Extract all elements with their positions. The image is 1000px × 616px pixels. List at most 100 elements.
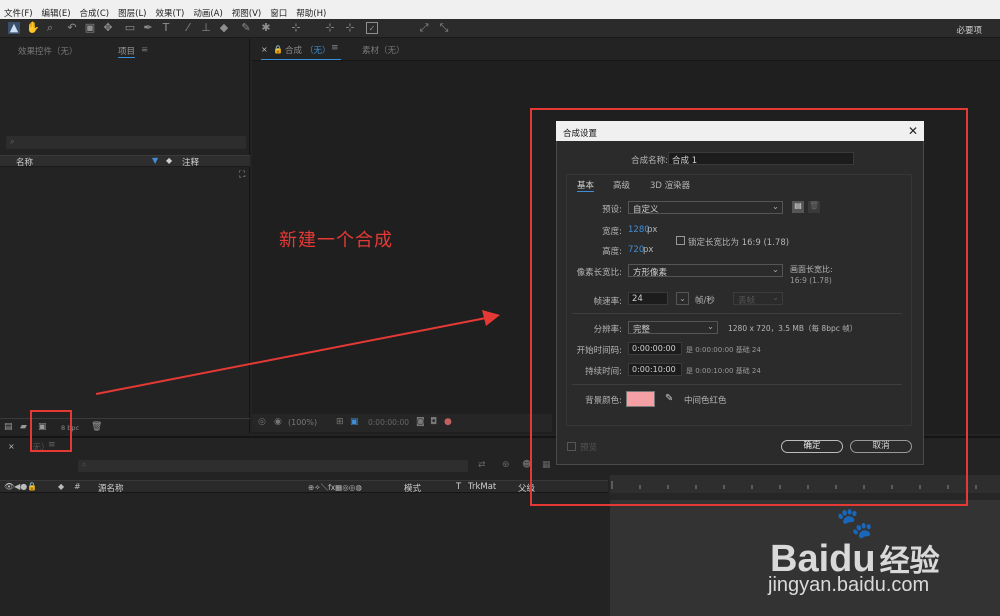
preset-select[interactable]: 自定义 ⌄ <box>628 201 783 215</box>
snap-option-icon[interactable]: ⤢ <box>418 22 430 34</box>
par-select[interactable]: 方形像素 ⌄ <box>628 264 783 278</box>
always-preview-icon[interactable]: ◎ <box>258 417 266 427</box>
new-folder-icon[interactable]: ▰ <box>20 422 27 432</box>
hand-tool-icon[interactable]: ✋ <box>26 22 40 34</box>
column-comment[interactable]: 注释 <box>182 156 199 168</box>
duration-info: 是 0:00:10:00 基础 24 <box>686 367 761 375</box>
menu-view[interactable]: 视图(V) <box>232 7 261 19</box>
camera-tool-icon[interactable]: ▣ <box>84 22 96 34</box>
tab-menu-icon[interactable]: ≡ <box>331 43 339 53</box>
close-tab-icon[interactable]: × <box>261 45 268 54</box>
tab-basic[interactable]: 基本 <box>577 179 595 192</box>
save-preset-icon[interactable]: ▤ <box>792 201 804 213</box>
delete-preset-icon[interactable]: 🗑 <box>808 201 820 213</box>
label-tag-icon[interactable]: ◆ <box>166 156 172 165</box>
active-tab-underline <box>261 59 341 60</box>
flowchart-icon[interactable]: ⛶ <box>239 170 245 180</box>
draft-3d-icon[interactable]: ⊛ <box>502 460 510 470</box>
menu-edit[interactable]: 编辑(E) <box>42 7 71 19</box>
column-mode[interactable]: 模式 <box>404 482 421 494</box>
menu-help[interactable]: 帮助(H) <box>296 7 326 19</box>
start-timecode-label: 开始时间码: <box>576 346 622 356</box>
snap-checkbox-icon[interactable]: ✓ <box>366 22 378 34</box>
layer-switches-icon[interactable]: ⊕✧＼fx▦◎◎◍ <box>308 482 362 493</box>
trash-icon[interactable]: 🗑 <box>91 422 102 432</box>
fps-dropdown-icon[interactable]: ⌄ <box>676 292 689 305</box>
pen-tool-icon[interactable]: ✒ <box>142 22 154 34</box>
tab-project[interactable]: 项目 <box>118 45 136 58</box>
axis-local-icon[interactable]: ⊹ <box>290 22 302 34</box>
column-t[interactable]: T <box>456 482 461 492</box>
column-number[interactable]: # <box>74 482 81 491</box>
project-search-input[interactable]: ⌕ <box>6 136 246 149</box>
viewer-timecode[interactable]: 0:00:00:00 <box>368 418 409 427</box>
region-icon[interactable]: ▣ <box>350 417 359 427</box>
eraser-tool-icon[interactable]: ◆ <box>218 22 230 34</box>
ok-button[interactable]: 确定 <box>781 440 843 453</box>
label-tag-icon[interactable]: ◆ <box>58 482 64 491</box>
tab-menu-icon[interactable]: ≡ <box>141 45 148 55</box>
lock-icon[interactable]: 🔒 <box>273 45 283 54</box>
fps-input[interactable]: 24 <box>628 292 668 305</box>
start-timecode-input[interactable]: 0:00:00:00 <box>628 342 682 355</box>
brush-tool-icon[interactable]: ⁄ <box>182 22 194 34</box>
tab-composition-state[interactable]: （无） <box>305 44 331 56</box>
sort-arrow-icon[interactable]: ▼ <box>152 156 158 165</box>
comp-name-input[interactable]: 合成 1 <box>668 152 854 165</box>
cancel-button[interactable]: 取消 <box>850 440 912 453</box>
grid-icon[interactable]: ⊞ <box>336 417 344 427</box>
axis-view-icon[interactable]: ⊹ <box>344 22 356 34</box>
channel-icon[interactable]: ● <box>444 417 452 427</box>
resolution-select[interactable]: 完整 ⌄ <box>628 321 718 335</box>
tab-effect-controls[interactable]: 效果控件（无） <box>18 45 78 57</box>
duration-label: 持续时间: <box>585 367 622 377</box>
column-name[interactable]: 名称 <box>16 156 33 168</box>
snapshot-icon[interactable]: ◙ <box>416 417 425 427</box>
show-snapshot-icon[interactable]: ◘ <box>430 417 437 427</box>
tab-footage[interactable]: 素材（无） <box>362 44 405 56</box>
duration-input[interactable]: 0:00:10:00 <box>628 363 682 376</box>
zoom-tool-icon[interactable]: ⌕ <box>44 22 56 34</box>
mask-icon[interactable]: ◉ <box>274 417 282 427</box>
dialog-title: 合成设置 <box>556 121 924 141</box>
axis-world-icon[interactable]: ⊹ <box>324 22 336 34</box>
interpret-footage-icon[interactable]: ▤ <box>4 422 13 432</box>
menu-effect[interactable]: 效果(T) <box>156 7 185 19</box>
tab-advanced[interactable]: 高级 <box>613 179 630 191</box>
menu-animation[interactable]: 动画(A) <box>193 7 222 19</box>
eyedropper-icon[interactable]: ✎ <box>665 393 673 404</box>
tab-3d-renderer[interactable]: 3D 渲染器 <box>650 179 690 191</box>
clone-stamp-tool-icon[interactable]: ⊥ <box>200 22 212 34</box>
workspace-label[interactable]: 必要项 <box>956 24 982 36</box>
lock-aspect-checkbox[interactable] <box>676 236 685 245</box>
rotate-tool-icon[interactable]: ↶ <box>66 22 78 34</box>
av-switches-icon[interactable]: 👁◀●🔒 <box>4 482 37 491</box>
menu-composition[interactable]: 合成(C) <box>80 7 110 19</box>
search-icon: ⌕ <box>82 460 87 469</box>
column-trkmat[interactable]: TrkMat <box>468 482 496 492</box>
snap-option2-icon[interactable]: ⤡ <box>438 22 450 34</box>
close-icon[interactable]: ✕ <box>904 122 922 140</box>
puppet-tool-icon[interactable]: ✱ <box>260 22 272 34</box>
height-value[interactable]: 720 <box>628 245 644 255</box>
menu-layer[interactable]: 图层(L) <box>118 7 146 19</box>
menu-window[interactable]: 窗口 <box>270 7 287 19</box>
type-tool-icon[interactable]: T <box>160 22 172 34</box>
preview-checkbox[interactable] <box>567 442 576 451</box>
column-source-name[interactable]: 源名称 <box>98 482 124 494</box>
paw-logo-icon: 🐾 <box>836 507 874 540</box>
zoom-dropdown[interactable]: (100%) <box>288 418 317 427</box>
bg-color-swatch[interactable] <box>626 391 655 407</box>
menu-file[interactable]: 文件(F) <box>4 7 33 19</box>
timeline-search-input[interactable]: ⌕ <box>78 460 468 472</box>
pan-behind-tool-icon[interactable]: ✥ <box>102 22 114 34</box>
comp-flowchart-icon[interactable]: ⇄ <box>478 460 486 470</box>
frame-ar-value: 16:9 (1.78) <box>790 276 832 285</box>
roto-brush-tool-icon[interactable]: ✎ <box>240 22 252 34</box>
rectangle-tool-icon[interactable]: ▭ <box>124 22 136 34</box>
selection-tool-icon[interactable]: ▲ <box>8 22 20 34</box>
lock-aspect-label: 锁定长宽比为 16:9 (1.78) <box>688 238 790 248</box>
drop-frame-select[interactable]: 丢帧 ⌄ <box>733 292 783 306</box>
close-timeline-icon[interactable]: × <box>8 442 15 451</box>
tab-composition[interactable]: 合成 <box>285 44 302 56</box>
